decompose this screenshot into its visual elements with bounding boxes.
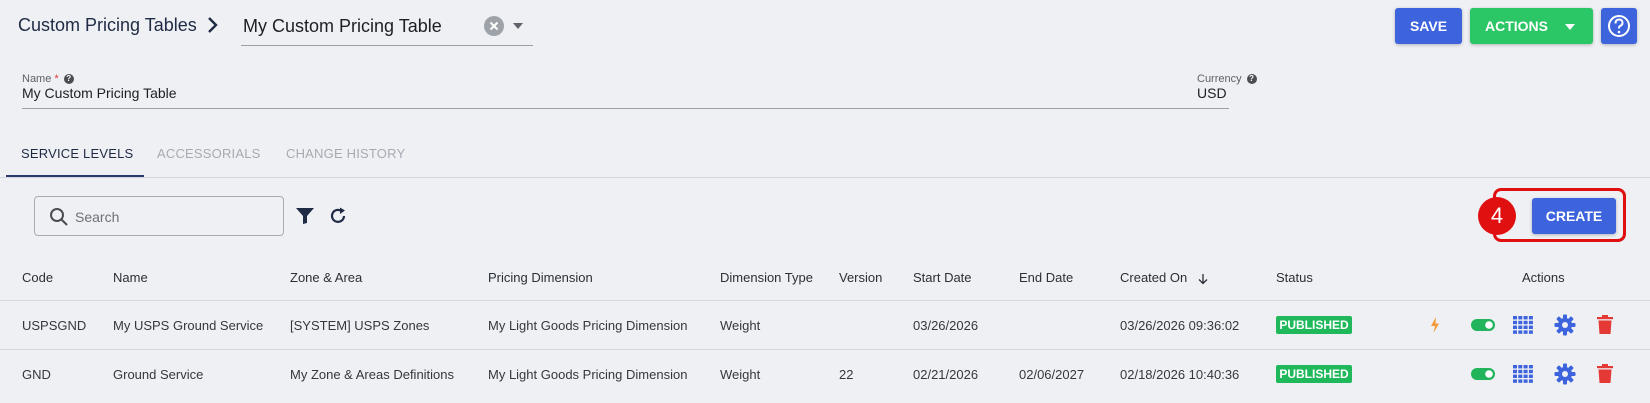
gear-icon[interactable] (1554, 363, 1576, 385)
column-header-version[interactable]: Version (839, 270, 882, 285)
actions-button[interactable]: ACTIONS (1470, 8, 1593, 44)
cell-dimension-type: Weight (720, 318, 761, 333)
tab-service-levels[interactable]: SERVICE LEVELS (21, 146, 133, 161)
dropdown-caret-icon[interactable] (513, 23, 523, 29)
caret-down-icon (1565, 24, 1575, 30)
help-icon: ? (1246, 74, 1257, 85)
cell-name: Ground Service (113, 367, 204, 382)
column-header-zone[interactable]: Zone & Area (290, 270, 362, 285)
currency-field-label: Currency? (1197, 73, 1257, 85)
cell-start-date: 02/21/2026 (913, 367, 979, 382)
row-divider (0, 300, 1650, 301)
actions-label: ACTIONS (1485, 18, 1548, 34)
save-button[interactable]: SAVE (1395, 8, 1462, 44)
tab-accessorials[interactable]: ACCESSORIALS (157, 146, 261, 161)
pricing-table-select[interactable]: My Custom Pricing Table (241, 8, 533, 46)
tabs-divider (0, 177, 1650, 178)
column-header-name[interactable]: Name (113, 270, 148, 285)
tab-change-history[interactable]: CHANGE HISTORY (286, 146, 405, 161)
lightning-icon[interactable] (1429, 316, 1441, 334)
cell-pricing-dimension: My Light Goods Pricing Dimension (488, 367, 688, 382)
filter-icon[interactable] (295, 207, 315, 225)
gear-icon[interactable] (1554, 314, 1576, 336)
cell-zone: [SYSTEM] USPS Zones (290, 318, 430, 333)
trash-icon[interactable] (1597, 315, 1613, 334)
refresh-icon[interactable] (328, 206, 348, 226)
trash-icon[interactable] (1597, 364, 1613, 383)
column-header-dimension-type[interactable]: Dimension Type (720, 270, 813, 285)
clear-icon[interactable] (484, 16, 504, 36)
help-button[interactable] (1601, 8, 1637, 44)
status-badge: PUBLISHED (1276, 365, 1352, 383)
toggle-on-icon[interactable] (1471, 368, 1495, 380)
cell-pricing-dimension: My Light Goods Pricing Dimension (488, 318, 688, 333)
sort-descending-icon (1198, 273, 1208, 284)
cell-zone: My Zone & Areas Definitions (290, 367, 455, 382)
chevron-right-icon (208, 17, 218, 33)
grid-icon[interactable] (1513, 316, 1533, 334)
column-header-end-date[interactable]: End Date (1019, 270, 1073, 285)
search-box[interactable] (34, 196, 284, 236)
column-header-status[interactable]: Status (1276, 270, 1313, 285)
grid-icon[interactable] (1513, 365, 1533, 383)
cell-version: 22 (839, 367, 854, 382)
column-header-code[interactable]: Code (22, 270, 53, 285)
help-icon: ? (63, 74, 74, 85)
toggle-on-icon[interactable] (1471, 319, 1495, 331)
help-icon (1608, 15, 1630, 37)
create-button[interactable]: CREATE (1532, 198, 1616, 234)
name-field-label: Name *? (22, 73, 74, 85)
search-input[interactable] (75, 206, 271, 228)
column-header-pricing-dimension[interactable]: Pricing Dimension (488, 270, 593, 285)
cell-start-date: 03/26/2026 (913, 318, 979, 333)
search-icon (50, 208, 68, 226)
row-divider (0, 349, 1650, 350)
breadcrumb-root-link[interactable]: Custom Pricing Tables (18, 15, 197, 36)
name-field[interactable]: My Custom Pricing Table (22, 85, 177, 101)
column-header-start-date[interactable]: Start Date (913, 270, 972, 285)
callout-number-badge: 4 (1478, 197, 1516, 235)
cell-name: My USPS Ground Service (113, 318, 264, 333)
cell-created-on: 03/26/2026 09:36:02 (1120, 318, 1240, 333)
column-header-actions: Actions (1522, 270, 1565, 285)
name-field-underline (22, 108, 1229, 109)
status-badge: PUBLISHED (1276, 316, 1352, 334)
selected-table-value: My Custom Pricing Table (243, 16, 442, 36)
cell-created-on: 02/18/2026 10:40:36 (1120, 367, 1240, 382)
cell-code: USPSGND (22, 318, 87, 333)
currency-field: USD (1197, 85, 1227, 101)
column-header-created-on[interactable]: Created On (1120, 270, 1209, 285)
cell-end-date: 02/06/2027 (1019, 367, 1085, 382)
cell-code: GND (22, 367, 51, 382)
cell-dimension-type: Weight (720, 367, 761, 382)
